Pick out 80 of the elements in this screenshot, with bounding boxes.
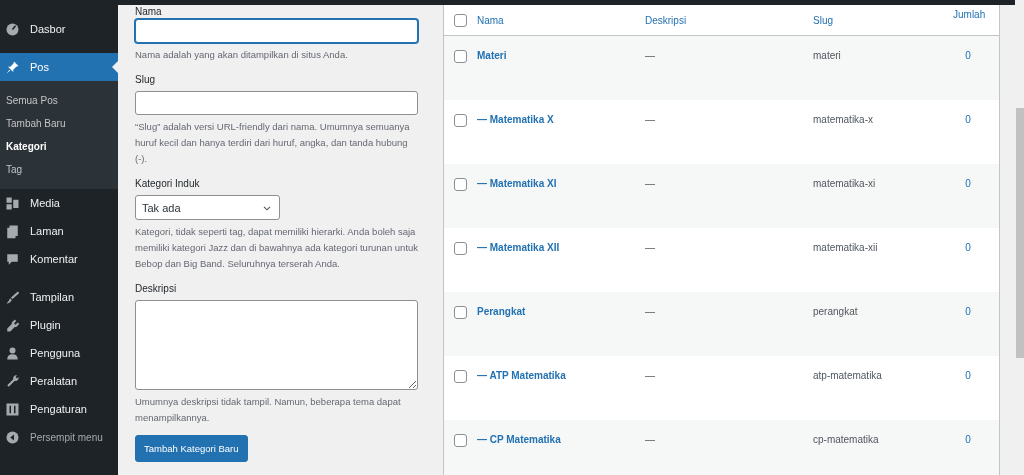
field-label: Kategori Induk: [135, 178, 201, 189]
count-link[interactable]: 0: [953, 306, 983, 317]
brush-icon: [5, 289, 20, 305]
table-cell-text: —: [645, 114, 656, 125]
table-cell-text: cp-matematika: [813, 434, 880, 445]
table-cell-text: —: [645, 306, 656, 317]
media-icon: [5, 195, 20, 211]
submenu-item[interactable]: Tag: [0, 158, 118, 181]
menu-item[interactable]: Dasbor: [0, 10, 118, 48]
menu-item[interactable]: Plugin: [0, 311, 118, 339]
category-name-link[interactable]: — Matematika XI: [477, 178, 645, 189]
menu-item[interactable]: Media: [0, 189, 118, 217]
row-checkbox[interactable]: [454, 178, 467, 191]
dropdown[interactable]: Tak ada: [135, 195, 280, 220]
help-text: Kategori, tidak seperti tag, dapat memiliki hierarki. Anda boleh saja memiliki kategori Jazz dan di bawahnya ada kategori turunan untuk Bebop dan Big Band. Seluruhnya terserah Anda.: [135, 225, 419, 271]
collapse-icon: [5, 429, 20, 445]
table-cell-text: —: [645, 178, 656, 189]
pages-icon: [5, 223, 20, 239]
collapse-menu-button[interactable]: Persempit menu: [0, 423, 118, 451]
help-text: Umumnya deskripsi tidak tampil. Namun, beberapa tema dapat menampilkannya.: [135, 395, 402, 425]
row-checkbox[interactable]: [454, 434, 467, 447]
scrollbar-thumb[interactable]: [1016, 108, 1024, 358]
table-cell-text: —: [645, 50, 656, 61]
field-label: Nama: [135, 6, 163, 17]
submenu-item[interactable]: Tambah Baru: [0, 112, 118, 135]
text-field[interactable]: [135, 91, 418, 115]
text-field[interactable]: [135, 19, 418, 43]
add-category-button[interactable]: Tambah Kategori Baru: [135, 435, 248, 462]
table-cell-text: matematika-xii: [813, 242, 879, 253]
user-icon: [5, 345, 20, 361]
description-textarea[interactable]: [135, 300, 418, 390]
menu-item[interactable]: Komentar: [0, 245, 118, 273]
table-cell-text: matematika-xi: [813, 178, 877, 189]
count-link[interactable]: 0: [953, 242, 983, 253]
count-link[interactable]: 0: [953, 178, 983, 189]
gauge-icon: [5, 21, 20, 37]
row-checkbox[interactable]: [454, 50, 467, 63]
menu-item[interactable]: Tampilan: [0, 283, 118, 311]
speech-bubble-icon: [5, 251, 20, 267]
category-name-link[interactable]: — Matematika XII: [477, 242, 645, 253]
table-cell-text: atp-matematika: [813, 370, 883, 381]
plug-icon: [5, 317, 20, 333]
help-text: Nama adalah yang akan ditampilkan di situs Anda.: [135, 48, 349, 62]
row-checkbox[interactable]: [454, 242, 467, 255]
menu-item[interactable]: Laman: [0, 217, 118, 245]
field-label: Slug: [135, 74, 156, 85]
menu-item[interactable]: Pengguna: [0, 339, 118, 367]
row-checkbox[interactable]: [454, 306, 467, 319]
row-checkbox[interactable]: [454, 370, 467, 383]
submenu-item[interactable]: Kategori: [0, 135, 118, 158]
sliders-icon: [5, 401, 20, 417]
category-name-link[interactable]: Perangkat: [477, 306, 645, 317]
table-cell-text: —: [645, 242, 656, 253]
count-link[interactable]: 0: [953, 434, 983, 445]
count-link[interactable]: 0: [953, 114, 983, 125]
row-checkbox[interactable]: [454, 114, 467, 127]
count-link[interactable]: 0: [953, 370, 983, 381]
pushpin-icon: [5, 59, 20, 75]
table-cell-text: —: [645, 434, 656, 445]
submenu-item[interactable]: Semua Pos: [0, 89, 118, 112]
category-name-link[interactable]: — CP Matematika: [477, 434, 645, 445]
column-header[interactable]: Nama: [477, 14, 645, 26]
menu-item[interactable]: Pos: [0, 53, 118, 81]
table-cell-text: materi: [813, 50, 842, 61]
category-name-link[interactable]: Materi: [477, 50, 645, 61]
menu-item[interactable]: Pengaturan: [0, 395, 118, 423]
category-name-link[interactable]: — Matematika X: [477, 114, 645, 125]
count-link[interactable]: 0: [953, 50, 983, 61]
table-cell-text: —: [645, 370, 656, 381]
table-cell-text: perangkat: [813, 306, 859, 317]
table-cell-text: matematika-x: [813, 114, 874, 125]
wrench-icon: [5, 373, 20, 389]
field-label: Deskripsi: [135, 283, 178, 294]
select-all-checkbox[interactable]: [454, 13, 467, 27]
column-header[interactable]: Jumlah: [953, 8, 983, 20]
column-header[interactable]: Deskripsi: [645, 14, 813, 26]
category-name-link[interactable]: — ATP Matematika: [477, 370, 645, 381]
column-header[interactable]: Slug: [813, 14, 953, 26]
menu-item[interactable]: Peralatan: [0, 367, 118, 395]
help-text: “Slug” adalah versi URL-friendly dari nama. Umumnya semuanya huruf kecil dan hanya terdiri dari huruf, angka, dan tanda hubung (-).: [135, 120, 411, 166]
